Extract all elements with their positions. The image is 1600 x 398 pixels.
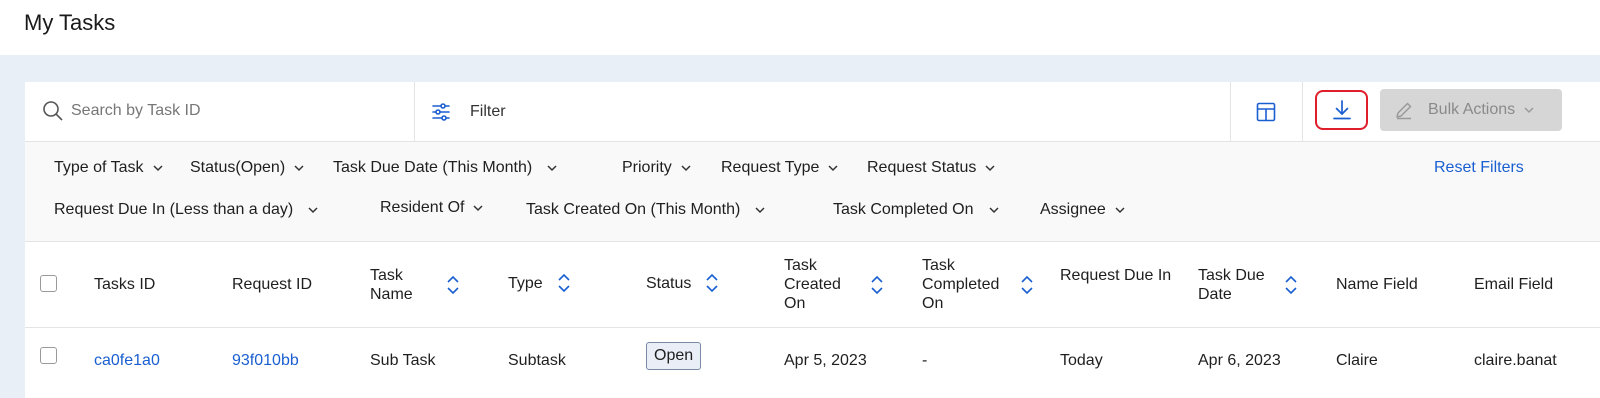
- chevron-down-icon: [473, 205, 484, 212]
- filter-assignee[interactable]: Assignee: [1040, 201, 1126, 219]
- filter-label: Priority: [622, 159, 672, 176]
- completed-on-cell: -: [922, 352, 928, 369]
- bulk-actions-button[interactable]: Bulk Actions: [1380, 89, 1562, 131]
- column-label: Task Name: [370, 267, 413, 303]
- search-icon: [43, 101, 63, 121]
- filter-label: Status(Open): [190, 159, 286, 176]
- column-label: Type: [508, 274, 543, 292]
- column-label: Email Field: [1474, 276, 1554, 293]
- column-label: Request Due In: [1060, 267, 1172, 284]
- divider: [1302, 82, 1303, 142]
- request-due-in-cell: Today: [1060, 352, 1103, 369]
- column-header-task-created-on[interactable]: Task Created On: [784, 256, 884, 313]
- status-badge: Open: [646, 342, 702, 370]
- chevron-down-icon: [294, 165, 304, 172]
- filter-label: Request Status: [867, 159, 977, 176]
- column-header-type[interactable]: Type: [508, 272, 571, 294]
- sort-icon[interactable]: [1284, 274, 1298, 296]
- column-label: Status: [646, 274, 692, 292]
- chevron-down-icon: [1115, 207, 1125, 214]
- download-button[interactable]: [1315, 90, 1368, 130]
- filter-request-type[interactable]: Request Type: [721, 159, 839, 177]
- chevron-down-icon: [153, 165, 163, 172]
- filter-resident-of[interactable]: Resident Of: [380, 199, 484, 217]
- name-cell: Claire: [1336, 352, 1378, 369]
- chevron-down-icon: [755, 207, 765, 214]
- column-label: Request ID: [232, 276, 313, 293]
- search-box: [25, 82, 415, 142]
- column-header-name-field: Name Field: [1336, 275, 1418, 294]
- search-input[interactable]: [71, 96, 401, 126]
- filter-type-of-task[interactable]: Type of Task: [54, 159, 164, 177]
- sort-icon[interactable]: [705, 272, 719, 294]
- filter-task-due-date[interactable]: Task Due Date (This Month): [333, 159, 558, 177]
- email-cell: claire.banat: [1474, 352, 1557, 369]
- filter-label: Request Due In (Less than a day): [54, 201, 294, 218]
- filter-sliders-icon: [432, 103, 450, 121]
- filter-button[interactable]: Filter: [430, 94, 506, 130]
- filter-status[interactable]: Status(Open): [190, 159, 305, 177]
- select-all-checkbox[interactable]: [40, 275, 57, 292]
- sort-icon[interactable]: [870, 274, 884, 296]
- column-header-task-due-date[interactable]: Task Due Date: [1198, 266, 1298, 304]
- filter-label: Task Completed On: [833, 201, 974, 218]
- request-id-link[interactable]: 93f010bb: [232, 352, 299, 370]
- column-header-request-id: Request ID: [232, 275, 312, 294]
- filter-label: Task Created On (This Month): [526, 201, 741, 218]
- table-header: Tasks ID Request ID Task Name Type Statu…: [25, 242, 1600, 328]
- column-header-task-completed-on[interactable]: Task Completed On: [922, 256, 1034, 313]
- page-title: My Tasks: [24, 10, 116, 35]
- column-label: Task Created On: [784, 257, 841, 312]
- column-header-request-due-in: Request Due In: [1060, 266, 1180, 285]
- created-on-cell: Apr 5, 2023: [784, 352, 867, 369]
- filter-label: Task Due Date (This Month): [333, 159, 533, 176]
- column-label: Name Field: [1336, 276, 1418, 293]
- row-checkbox[interactable]: [40, 347, 57, 364]
- filter-label: Filter: [470, 103, 506, 120]
- chevron-down-icon: [985, 165, 995, 172]
- column-header-task-name[interactable]: Task Name: [370, 266, 480, 304]
- chevron-down-icon: [547, 165, 557, 172]
- download-icon: [1332, 100, 1351, 120]
- columns-button[interactable]: [1230, 82, 1302, 142]
- columns-icon: [1256, 102, 1276, 122]
- column-label: Task Due Date: [1198, 267, 1265, 303]
- filter-label: Request Type: [721, 159, 820, 176]
- task-name-cell: Sub Task: [370, 352, 436, 369]
- filter-request-due-in[interactable]: Request Due In (Less than a day): [54, 201, 319, 219]
- column-header-email-field: Email Field: [1474, 275, 1553, 294]
- chevron-down-icon: [1524, 107, 1534, 114]
- sort-icon[interactable]: [1020, 274, 1034, 296]
- chevron-down-icon: [681, 165, 691, 172]
- type-cell: Subtask: [508, 352, 566, 369]
- column-header-status[interactable]: Status: [646, 272, 719, 294]
- chevron-down-icon: [308, 207, 318, 214]
- sort-icon[interactable]: [446, 274, 460, 296]
- task-id-link[interactable]: ca0fe1a0: [94, 352, 160, 370]
- reset-filters-link[interactable]: Reset Filters: [1434, 159, 1524, 177]
- table-row: ca0fe1a0 93f010bb Sub Task Subtask Open …: [25, 328, 1600, 398]
- task-due-date-cell: Apr 6, 2023: [1198, 352, 1281, 369]
- page-header: My Tasks: [0, 0, 1600, 55]
- column-label: Tasks ID: [94, 276, 156, 293]
- column-header-task-id: Tasks ID: [94, 275, 155, 294]
- sort-icon[interactable]: [557, 272, 571, 294]
- pencil-icon: [1396, 102, 1412, 120]
- filter-bar: Type of Task Status(Open) Task Due Date …: [25, 142, 1600, 242]
- filter-label: Assignee: [1040, 201, 1106, 218]
- column-label: Task Completed On: [922, 257, 1000, 312]
- filter-label: Type of Task: [54, 159, 144, 176]
- chevron-down-icon: [828, 165, 838, 172]
- filter-priority[interactable]: Priority: [622, 159, 692, 177]
- toolbar: Filter Bulk Actions: [25, 82, 1600, 142]
- tasks-card: Filter Bulk Actions: [25, 82, 1600, 398]
- filter-task-created-on[interactable]: Task Created On (This Month): [526, 201, 766, 219]
- filter-label: Resident Of: [380, 199, 465, 216]
- chevron-down-icon: [988, 207, 999, 214]
- bulk-actions-label: Bulk Actions: [1428, 101, 1516, 118]
- filter-task-completed-on[interactable]: Task Completed On: [833, 201, 1000, 219]
- filter-request-status[interactable]: Request Status: [867, 159, 996, 177]
